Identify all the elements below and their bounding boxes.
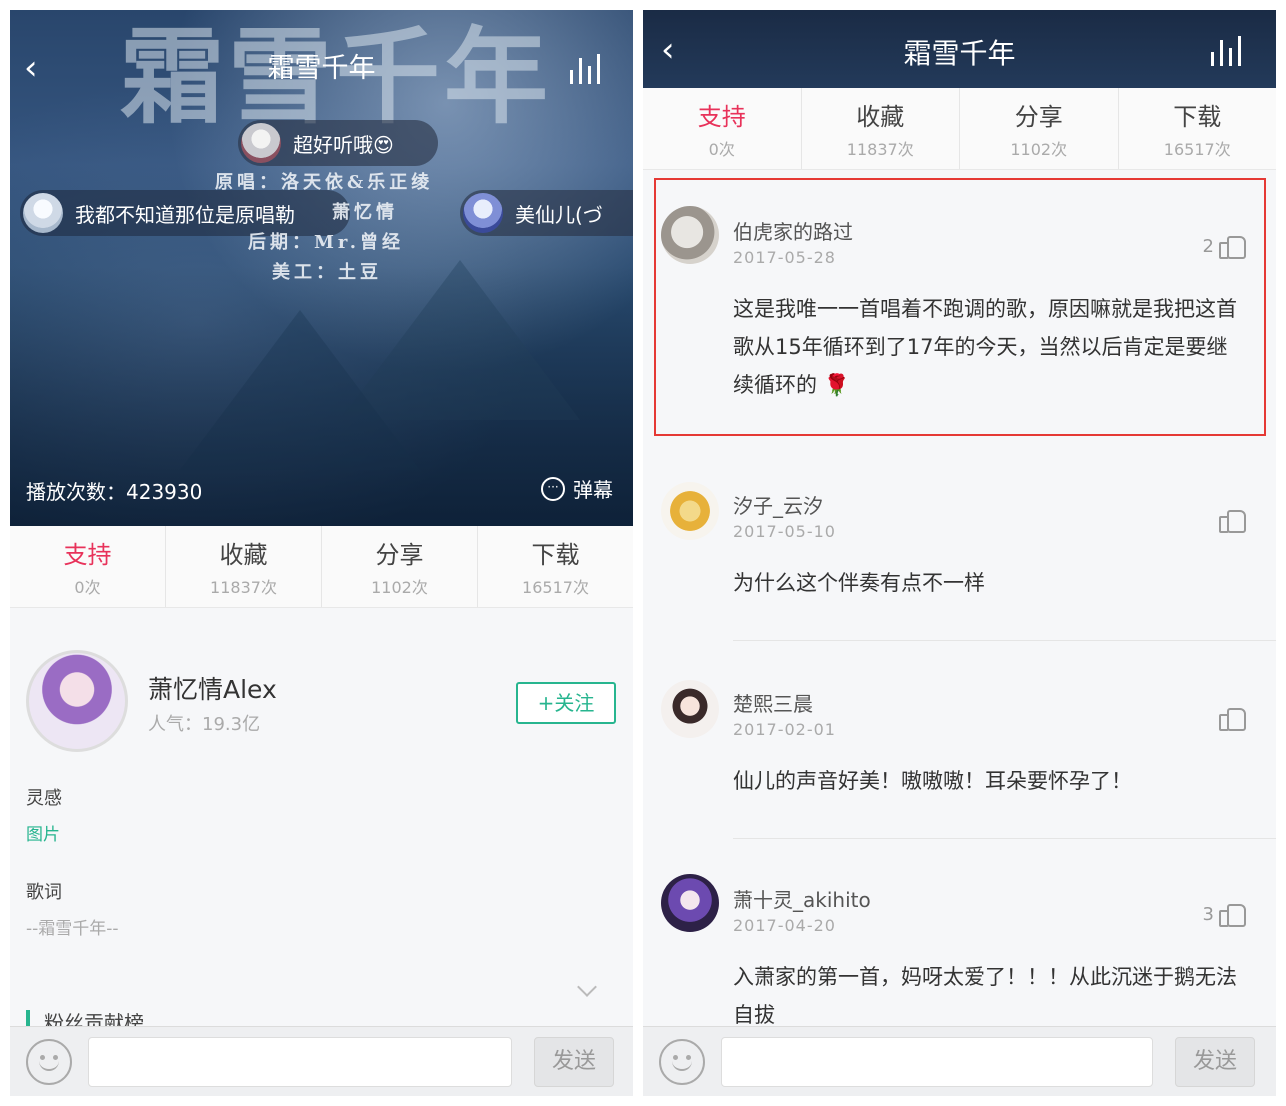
like-button[interactable] — [1214, 506, 1246, 534]
equalizer-icon[interactable] — [1211, 36, 1241, 66]
comment-input[interactable] — [88, 1037, 512, 1087]
comment-text: 为什么这个伴奏有点不一样 — [733, 571, 985, 595]
stat-label: 分享 — [1014, 103, 1063, 131]
emoji-icon[interactable] — [659, 1039, 705, 1085]
commenter-name[interactable]: 萧十灵_akihito — [733, 884, 871, 913]
left-screen: 霜雪千年 ‹ 霜雪千年 超好听哦😍 原唱：洛天依&乐正绫 我都不知道那位是原唱勒… — [10, 10, 633, 1096]
follow-button[interactable]: +关注 — [516, 682, 616, 724]
author-avatar[interactable] — [26, 650, 128, 752]
comment-date: 2017-05-10 — [733, 522, 836, 541]
inspiration-link[interactable]: 图片 — [26, 820, 60, 845]
equalizer-icon[interactable] — [570, 54, 600, 84]
stat-count: 16517次 — [1163, 140, 1231, 159]
danmaku-icon: ··· — [541, 476, 565, 501]
danmu-bubble: 美仙儿(づ — [460, 190, 633, 236]
stat-download[interactable]: 下载 16517次 — [1119, 88, 1277, 169]
play-count: 播放次数：423930 — [26, 480, 203, 504]
stat-count: 16517次 — [522, 578, 589, 597]
commenter-avatar[interactable] — [661, 874, 719, 932]
divider — [733, 640, 1276, 641]
like-button[interactable]: 3 — [1203, 900, 1246, 928]
comment-date: 2017-04-20 — [733, 916, 836, 935]
stat-count: 11837次 — [210, 578, 277, 597]
lyrics-text: --霜雪千年-- — [26, 919, 119, 939]
like-count: 3 — [1202, 903, 1214, 925]
send-button[interactable]: 发送 — [534, 1037, 614, 1087]
stat-label: 收藏 — [856, 103, 905, 131]
stat-label: 分享 — [375, 541, 424, 569]
stat-label: 收藏 — [219, 541, 268, 569]
comment-input-bar: 发送 — [10, 1026, 633, 1096]
send-button[interactable]: 发送 — [1175, 1037, 1255, 1087]
author-popularity: 人气：19.3亿 — [148, 714, 261, 735]
highlight-box — [654, 178, 1266, 436]
commenter-name[interactable]: 楚熙三晨 — [733, 688, 813, 717]
commenter-avatar[interactable] — [661, 482, 719, 540]
author-name[interactable]: 萧忆情Alex — [148, 670, 277, 706]
danmu-avatar — [463, 193, 503, 233]
stat-support[interactable]: 支持 0次 — [10, 526, 166, 607]
comment-input-bar: 发送 — [643, 1026, 1276, 1096]
comment-input[interactable] — [721, 1037, 1153, 1087]
danmu-text: 我都不知道那位是原唱勒 — [75, 202, 295, 227]
stat-count: 0次 — [708, 140, 735, 159]
danmaku-toggle[interactable]: ··· 弹幕 — [541, 474, 613, 503]
chevron-down-icon[interactable] — [577, 977, 597, 997]
comment-text: 入萧家的第一首，妈呀太爱了！！！从此沉迷于鹅无法自拔 — [733, 965, 1237, 1027]
commenter-name[interactable]: 汐子_云汐 — [733, 490, 823, 519]
danmu-text: 美仙儿(づ — [515, 202, 603, 227]
lyrics-label: 歌词 — [26, 882, 62, 903]
stat-count: 11837次 — [846, 140, 914, 159]
stat-count: 1102次 — [371, 578, 428, 597]
like-button[interactable] — [1214, 704, 1246, 732]
stat-label: 下载 — [531, 541, 580, 569]
credit-line: 后期：Mr.曾经 — [248, 232, 405, 253]
thumbs-up-icon — [1218, 704, 1246, 732]
page-title: 霜雪千年 — [903, 37, 1016, 70]
stat-favorite[interactable]: 收藏 11837次 — [166, 526, 322, 607]
emoji-icon[interactable] — [26, 1039, 72, 1085]
stat-count: 1102次 — [1010, 140, 1068, 159]
stat-count: 0次 — [74, 578, 101, 597]
thumbs-up-icon — [1218, 900, 1246, 928]
right-screen: ‹ 霜雪千年 支持 0次 收藏 11837次 分享 1102次 下载 16517… — [643, 10, 1276, 1096]
stat-label: 支持 — [697, 103, 746, 131]
credit-line: 美工：土豆 — [272, 262, 382, 283]
top-nav-bar: ‹ 霜雪千年 — [643, 10, 1276, 88]
video-title: 霜雪千年 — [267, 53, 376, 84]
stat-favorite[interactable]: 收藏 11837次 — [802, 88, 960, 169]
stats-bar: 支持 0次 收藏 11837次 分享 1102次 下载 16517次 — [10, 526, 633, 608]
video-player[interactable]: 霜雪千年 ‹ 霜雪千年 超好听哦😍 原唱：洛天依&乐正绫 我都不知道那位是原唱勒… — [10, 10, 633, 526]
danmu-bubble: 超好听哦😍 — [238, 120, 438, 166]
credit-line: 萧忆情 — [332, 202, 398, 223]
stat-download[interactable]: 下载 16517次 — [478, 526, 633, 607]
danmaku-label: 弹幕 — [573, 478, 613, 502]
danmu-avatar — [23, 193, 63, 233]
commenter-avatar[interactable] — [661, 680, 719, 738]
thumbs-up-icon — [1218, 506, 1246, 534]
comment-date: 2017-02-01 — [733, 720, 836, 739]
comment-text: 仙儿的声音好美！嗷嗷嗷！耳朵要怀孕了！ — [733, 769, 1132, 793]
inspiration-label: 灵感 — [26, 788, 62, 809]
stat-share[interactable]: 分享 1102次 — [960, 88, 1119, 169]
danmu-text: 超好听哦😍 — [293, 132, 394, 157]
stats-bar: 支持 0次 收藏 11837次 分享 1102次 下载 16517次 — [643, 88, 1276, 170]
stat-support[interactable]: 支持 0次 — [643, 88, 802, 169]
stat-label: 下载 — [1173, 103, 1222, 131]
danmu-avatar — [241, 123, 281, 163]
stat-label: 支持 — [63, 541, 112, 569]
divider — [733, 838, 1276, 839]
stat-share[interactable]: 分享 1102次 — [322, 526, 478, 607]
